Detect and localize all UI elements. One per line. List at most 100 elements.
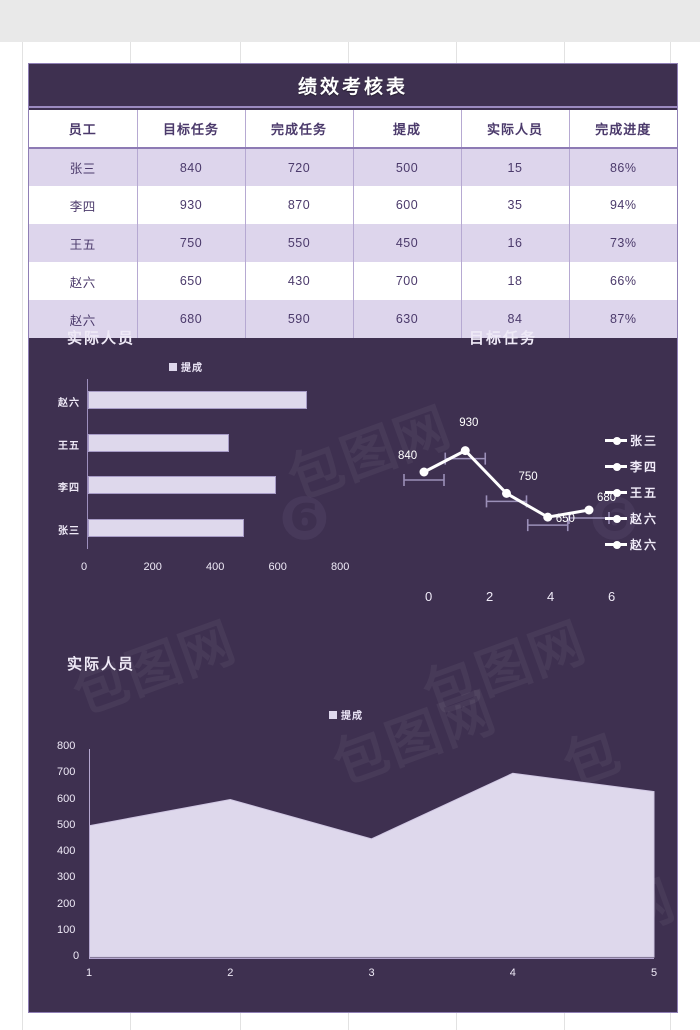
legend-line-marker-icon [605,436,627,445]
area-chart[interactable]: 实际人员 提成 800 700 600 500 400 300 200 100 0 1 2 3 4 5 [29,639,677,1012]
bar-category-label: 李四 [58,483,80,495]
line-legend-item[interactable]: 赵六 [605,536,658,553]
line-x-tick: 0 [425,589,433,604]
line-data-label: 750 [518,471,538,484]
area-y-tick: 400 [57,845,76,857]
table-row[interactable]: 李四 930 870 600 35 94% [29,186,677,224]
cell-actual-staff: 18 [461,262,570,300]
cell-progress: 94% [609,198,637,212]
performance-table: 员工 目标任务 完成任务 提成 实际人员 完成进度 张三 840 720 500 [29,110,677,338]
table-row[interactable]: 赵六 650 430 700 18 66% [29,262,677,300]
area-y-tick: 100 [57,923,76,936]
cell-completed: 870 [245,186,354,224]
col-header-completed: 完成任务 [245,110,354,149]
bar-segment[interactable] [88,433,229,452]
page-title: 绩效考核表 [297,76,408,98]
cell-commission: 600 [353,186,462,224]
cell-commission: 450 [353,224,462,262]
legend-swatch-icon [169,362,177,371]
bar-chart[interactable]: 实际人员 提成 张三 李四 王五 赵六 0 200 400 600 800 [29,319,359,629]
area-y-tick: 600 [57,792,76,805]
bar-chart-title: 实际人员 [67,330,136,347]
legend-line-marker-icon [605,462,627,471]
legend-label: 李四 [630,460,659,474]
spreadsheet-top-strip [0,0,700,42]
cell-target: 650 [137,262,246,300]
cell-employee: 李四 [29,186,138,224]
area-y-tick: 800 [57,740,76,752]
bar-segment[interactable] [88,518,245,537]
col-header-employee: 员工 [29,110,138,149]
table-row[interactable]: 张三 840 720 500 15 86% [29,148,677,186]
legend-label: 张三 [630,434,659,448]
cell-employee: 赵六 [29,262,138,300]
legend-line-marker-icon [605,540,627,549]
line-x-tick: 2 [486,589,494,604]
legend-line-marker-icon [605,488,627,497]
area-chart-title: 实际人员 [67,656,136,673]
cell-employee: 王五 [29,224,138,262]
line-chart-title: 目标任务 [469,330,538,347]
bar-x-tick: 600 [268,561,287,573]
cell-target: 750 [137,224,246,262]
bar-segment[interactable] [88,476,276,495]
cell-commission: 700 [353,262,462,300]
bar-x-tick: 800 [331,561,350,573]
bar-chart-legend[interactable]: 提成 [169,359,203,374]
table-header-row: 员工 目标任务 完成任务 提成 实际人员 完成进度 [29,110,677,149]
legend-swatch-icon [329,710,337,719]
area-y-tick: 300 [57,871,76,884]
line-data-label: 650 [555,513,575,526]
bar-x-tick: 0 [81,561,88,573]
cell-commission: 500 [353,148,462,186]
bar-segment[interactable] [88,391,307,410]
cell-progress: 86% [609,160,637,175]
cell-completed: 720 [245,148,354,186]
screenshot-root: 包图网 包图网 ❻ ❻ 包图网 包图网 包图网 ❻ ❻ 包图网 包图网 绩效考核… [0,0,700,1030]
bar-x-tick: 400 [206,561,225,573]
line-legend-item[interactable]: 李四 [605,458,658,475]
col-header-progress: 完成进度 [569,110,677,149]
line-data-label: 930 [459,416,479,429]
legend-label: 王五 [630,486,659,500]
line-x-tick: 6 [608,589,616,604]
cell-progress: 66% [609,274,637,288]
table-row[interactable]: 王五 750 550 450 16 73% [29,224,677,262]
cell-completed: 430 [245,262,354,300]
legend-label: 赵六 [630,512,659,526]
area-x-tick: 1 [86,967,93,979]
line-legend-item[interactable]: 赵六 [605,510,658,527]
dashboard-panel: 包图网 包图网 ❻ ❻ 包图网 包图网 包图网 ❻ ❻ 包图网 包图网 绩效考核… [28,63,678,1013]
cell-completed: 550 [245,224,354,262]
legend-line-marker-icon [605,514,627,523]
col-header-target: 目标任务 [137,110,246,149]
bar-category-label: 赵六 [58,398,80,410]
bar-chart-plot-area: 张三 李四 王五 赵六 [58,379,337,549]
cell-progress: 73% [609,236,637,250]
cell-actual-staff: 16 [461,224,570,262]
area-chart-plot-area [89,749,654,959]
cell-target: 840 [137,148,246,186]
area-x-tick: 5 [651,967,658,979]
col-header-commission: 提成 [353,110,462,149]
col-header-actual-staff: 实际人员 [461,110,570,149]
area-y-tick: 500 [57,818,76,831]
cell-actual-staff: 15 [461,148,570,186]
page-title-bar: 绩效考核表 [29,64,677,108]
line-legend-item[interactable]: 张三 [605,432,658,449]
area-y-tick: 700 [57,766,76,779]
line-x-tick: 4 [547,589,555,604]
line-chart[interactable]: 目标任务 840 930 750 650 680 张三 李四 王五 赵六 赵六 0246 [359,319,677,629]
legend-label: 赵六 [630,538,659,552]
area-y-tick: 200 [57,897,76,910]
line-legend-item[interactable]: 王五 [605,484,658,501]
line-data-label: 840 [398,450,418,462]
cell-employee: 张三 [29,148,138,186]
area-chart-legend[interactable]: 提成 [329,707,363,722]
area-y-tick: 0 [73,950,80,962]
area-x-tick: 3 [368,967,375,979]
cell-target: 930 [137,186,246,224]
legend-label: 提成 [341,711,363,722]
bar-category-label: 张三 [58,525,80,537]
legend-label: 提成 [181,363,203,374]
